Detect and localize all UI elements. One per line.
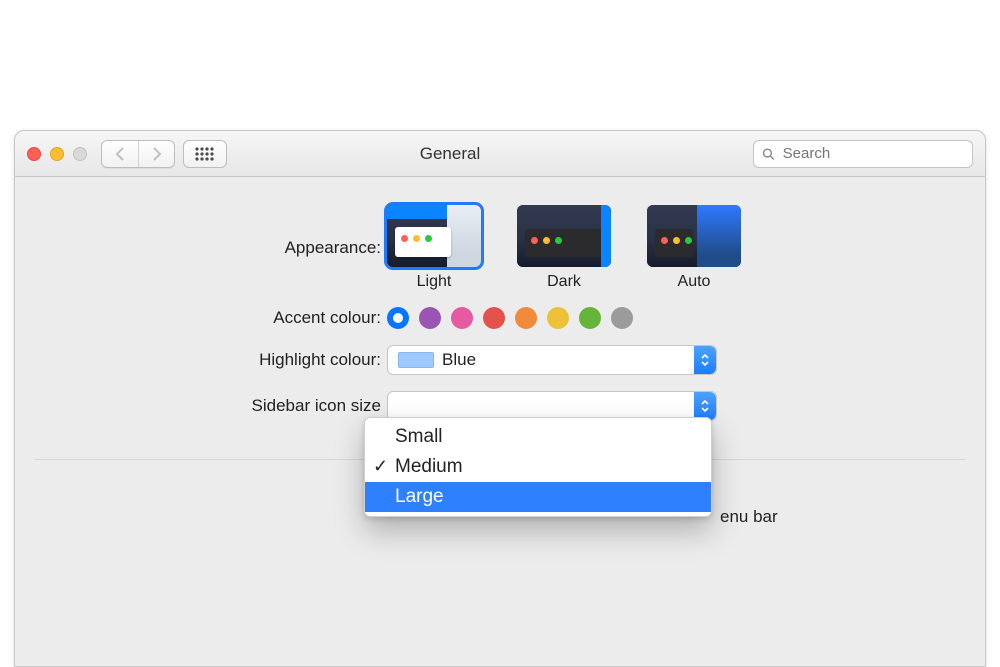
menu-item-label: Medium xyxy=(395,456,463,478)
menu-item-large[interactable]: Large xyxy=(365,482,711,512)
appearance-thumbnail-light xyxy=(387,205,481,267)
minimize-window-button[interactable] xyxy=(50,147,64,161)
appearance-caption: Light xyxy=(417,273,452,291)
sidebar-icon-size-label: Sidebar icon size xyxy=(35,396,387,416)
search-input[interactable] xyxy=(781,144,964,163)
window-title: General xyxy=(155,144,745,164)
highlight-colour-label: Highlight colour: xyxy=(35,350,387,370)
sidebar-icon-size-menu: Small ✓ Medium Large xyxy=(364,417,712,517)
appearance-thumbnail-auto xyxy=(647,205,741,267)
preferences-window: General Appearance: xyxy=(14,130,986,667)
highlight-swatch-icon xyxy=(398,352,434,368)
close-window-button[interactable] xyxy=(27,147,41,161)
accent-colour-label: Accent colour: xyxy=(35,308,387,328)
appearance-options: Light Dark xyxy=(387,205,741,291)
zoom-window-button xyxy=(73,147,87,161)
back-button[interactable] xyxy=(102,141,138,167)
accent-colour-swatches xyxy=(387,307,633,329)
traffic-lights xyxy=(27,147,87,161)
accent-swatch-pink[interactable] xyxy=(451,307,473,329)
menu-item-label: Large xyxy=(395,486,444,508)
accent-swatch-orange[interactable] xyxy=(515,307,537,329)
checkmark-icon: ✓ xyxy=(373,456,388,477)
menu-item-medium[interactable]: ✓ Medium xyxy=(365,452,711,482)
accent-swatch-blue[interactable] xyxy=(387,307,409,329)
highlight-colour-value: Blue xyxy=(442,350,476,370)
search-field[interactable] xyxy=(753,140,973,168)
accent-swatch-green[interactable] xyxy=(579,307,601,329)
search-icon xyxy=(762,147,775,161)
chevron-left-icon xyxy=(115,147,125,161)
appearance-option-light[interactable]: Light xyxy=(387,205,481,291)
content-area: Appearance: Light xyxy=(15,177,985,470)
appearance-caption: Dark xyxy=(547,273,581,291)
menu-item-small[interactable]: Small xyxy=(365,422,711,452)
menu-item-label: Small xyxy=(395,426,443,448)
appearance-option-dark[interactable]: Dark xyxy=(517,205,611,291)
appearance-option-auto[interactable]: Auto xyxy=(647,205,741,291)
appearance-label: Appearance: xyxy=(35,238,387,258)
accent-swatch-purple[interactable] xyxy=(419,307,441,329)
menu-bar-text-fragment: enu bar xyxy=(720,507,778,527)
popup-stepper-icon xyxy=(694,346,716,374)
titlebar: General xyxy=(15,131,985,177)
appearance-caption: Auto xyxy=(678,273,711,291)
accent-swatch-red[interactable] xyxy=(483,307,505,329)
accent-swatch-grey[interactable] xyxy=(611,307,633,329)
highlight-colour-popup[interactable]: Blue xyxy=(387,345,717,375)
chevron-right-icon xyxy=(152,147,162,161)
appearance-thumbnail-dark xyxy=(517,205,611,267)
popup-stepper-icon xyxy=(694,392,716,420)
accent-swatch-yellow[interactable] xyxy=(547,307,569,329)
